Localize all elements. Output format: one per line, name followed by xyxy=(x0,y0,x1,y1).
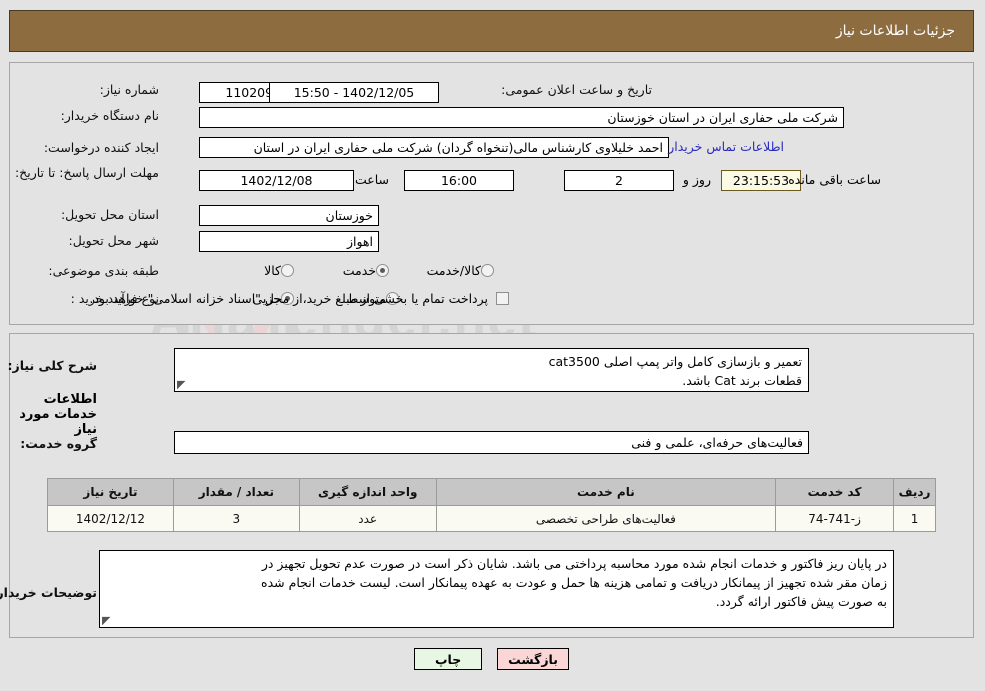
buyer-org-row: نام دستگاه خریدار: xyxy=(62,108,160,123)
tender-details-page: AriaTender.net جزئیات اطلاعات نیاز شماره… xyxy=(0,0,985,691)
announce-label-wrap: تاریخ و ساعت اعلان عمومی: xyxy=(502,82,653,97)
table-row: 1 ز-741-74 فعالیت‌های طراحی تخصصی عدد 3 … xyxy=(48,505,937,532)
treasury-checkbox-row[interactable]: پرداخت تمام یا بخشی از مبلغ خرید،از محل … xyxy=(90,291,510,306)
notes-line-1: در پایان ریز فاکتور و خدمات انجام شده مو… xyxy=(262,556,888,571)
radio-kala-khedmat-icon[interactable] xyxy=(482,264,495,277)
buyer-contact-link[interactable]: اطلاعات تماس خریدار xyxy=(669,139,785,154)
requester-row: ایجاد کننده درخواست: xyxy=(45,140,160,155)
category-option-label: کالا xyxy=(265,263,282,278)
province-row: استان محل تحویل: xyxy=(62,207,160,222)
deadline-label: مهلت ارسال پاسخ: تا تاریخ: xyxy=(15,165,160,180)
cell-index: 1 xyxy=(894,505,937,532)
category-option-label: کالا/خدمت xyxy=(427,263,482,278)
col-name: نام خدمت xyxy=(436,478,778,506)
category-radio-kala-khedmat[interactable]: کالا/خدمت xyxy=(414,263,495,278)
category-radio-khedmat[interactable]: خدمت xyxy=(330,263,390,278)
description-textarea[interactable]: تعمیر و بازسازی کامل واتر پمپ اصلی cat35… xyxy=(175,348,810,392)
services-table: ردیف کد خدمت نام خدمت واحد اندازه گیری ت… xyxy=(48,478,937,532)
buyer-org-label: نام دستگاه خریدار: xyxy=(61,108,160,123)
description-label: شرح کلی نیاز: xyxy=(8,358,98,373)
print-button[interactable]: چاپ xyxy=(415,648,484,670)
col-code: کد خدمت xyxy=(776,478,896,506)
resize-grip-icon[interactable]: ◥ xyxy=(178,378,188,391)
description-label-wrap: شرح کلی نیاز: xyxy=(9,358,98,373)
treasury-checkbox-icon[interactable] xyxy=(497,292,510,305)
col-date: تاریخ نیاز xyxy=(48,478,175,506)
page-title: جزئیات اطلاعات نیاز xyxy=(836,23,956,39)
notes-label: توضیحات خریدار: xyxy=(0,585,98,600)
col-unit: واحد اندازه گیری xyxy=(299,478,438,506)
province-label: استان محل تحویل: xyxy=(61,207,160,222)
city-row: شهر محل تحویل: xyxy=(70,233,160,248)
back-button[interactable]: بازگشت xyxy=(498,648,570,670)
cell-unit: عدد xyxy=(299,505,438,532)
cell-quantity: 3 xyxy=(173,505,301,532)
notes-line-3: به صورت پیش فاکتور ارائه گردد. xyxy=(716,594,888,609)
need-info-panel xyxy=(10,62,975,325)
service-group-value: فعالیت‌های حرفه‌ای، علمی و فنی xyxy=(175,431,810,454)
category-option-label: خدمت xyxy=(343,263,377,278)
buyer-org-value: شرکت ملی حفاری ایران در استان خوزستان xyxy=(200,107,845,128)
cell-code: ز-741-74 xyxy=(776,505,896,532)
radio-khedmat-icon[interactable] xyxy=(377,264,390,277)
service-group-label: گروه خدمت: xyxy=(21,436,98,451)
treasury-checkbox-label: پرداخت تمام یا بخشی از مبلغ خرید،از محل … xyxy=(90,291,489,306)
deadline-date-value: 1402/12/08 xyxy=(200,170,355,191)
category-row: طبقه بندی موضوعی: xyxy=(49,263,160,278)
city-value: اهواز xyxy=(200,231,380,252)
cell-date: 1402/12/12 xyxy=(48,505,175,532)
city-label: شهر محل تحویل: xyxy=(69,233,160,248)
countdown-label: ساعت باقی مانده xyxy=(789,172,882,187)
services-section-title: اطلاعات خدمات مورد نیاز xyxy=(20,392,98,437)
service-group-label-wrap: گروه خدمت: xyxy=(21,436,98,451)
deadline-label-wrap: مهلت ارسال پاسخ: تا تاریخ: xyxy=(15,164,160,181)
buyer-notes-textarea[interactable]: در پایان ریز فاکتور و خدمات انجام شده مو… xyxy=(100,550,895,628)
page-header: جزئیات اطلاعات نیاز xyxy=(10,10,975,52)
hour-label: ساعت xyxy=(355,172,390,187)
action-button-bar: بازگشت چاپ xyxy=(0,648,985,670)
requester-value: احمد خلیلاوی کارشناس مالی(تنخواه گردان) … xyxy=(200,137,670,158)
col-index: ردیف xyxy=(894,478,937,506)
notes-line-2: زمان مقر شده تجهیز از پیمانکار دریافت و … xyxy=(262,575,888,590)
deadline-time-value: 16:00 xyxy=(405,170,515,191)
col-quantity: تعداد / مقدار xyxy=(173,478,301,506)
province-value: خوزستان xyxy=(200,205,380,226)
announce-date-label: تاریخ و ساعت اعلان عمومی: xyxy=(502,82,653,97)
radio-kala-icon[interactable] xyxy=(282,264,295,277)
cell-name: فعالیت‌های طراحی تخصصی xyxy=(436,505,778,532)
days-label: روز و xyxy=(683,172,712,187)
resize-grip-icon[interactable]: ◥ xyxy=(103,614,113,627)
notes-label-wrap: توضیحات خریدار: xyxy=(0,585,98,600)
description-line-1: تعمیر و بازسازی کامل واتر پمپ اصلی cat35… xyxy=(549,354,803,369)
description-line-2: قطعات برند Cat باشد. xyxy=(683,373,803,388)
announce-date-value: 1402/12/05 - 15:50 xyxy=(270,82,440,103)
need-number-row: شماره نیاز: xyxy=(101,82,160,97)
table-header-row: ردیف کد خدمت نام خدمت واحد اندازه گیری ت… xyxy=(48,478,937,506)
need-number-label: شماره نیاز: xyxy=(100,82,160,97)
remaining-days-value: 2 xyxy=(565,170,675,191)
requester-label: ایجاد کننده درخواست: xyxy=(44,140,160,155)
category-label: طبقه بندی موضوعی: xyxy=(49,263,160,278)
category-radio-kala[interactable]: کالا xyxy=(251,263,295,278)
